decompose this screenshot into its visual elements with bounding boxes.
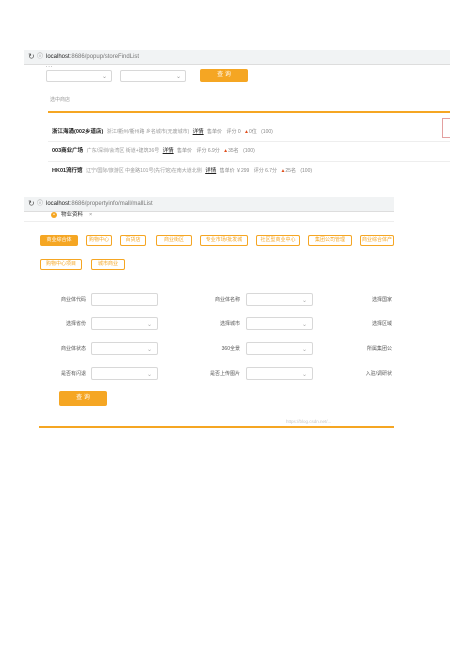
category-tab[interactable]: 集团公司管理	[308, 235, 352, 246]
category-tab[interactable]: 商业综合体	[40, 235, 78, 246]
mall-name: HK01流行馆	[52, 168, 83, 174]
cut-off-label: ...	[46, 63, 54, 69]
mall-list-screenshot: ↻ ⓘ localhost:8686/propertyinfo/mall/mal…	[24, 197, 394, 432]
url-text[interactable]: localhost:8686/popup/storeFindList	[46, 50, 139, 64]
field-label: 入驻/调研状	[365, 371, 392, 377]
selected-stores-label: 选中商店	[50, 97, 71, 103]
query-button[interactable]: 查 询	[59, 391, 107, 406]
page-tab-bar: • 物业资料 ×	[24, 211, 394, 222]
mall-name: 浙江海涌(002乡道店)	[52, 129, 104, 135]
mall-name-select[interactable]: ⌄	[246, 293, 313, 306]
field-label: 商业体代码	[60, 297, 86, 303]
query-button[interactable]: 查 询	[200, 69, 248, 82]
filter-select-2[interactable]: ⌄	[120, 70, 186, 82]
image-upload-select[interactable]: ⌄	[246, 367, 313, 380]
mall-count: (100)	[300, 168, 313, 174]
browser-address-bar[interactable]: ↻ ⓘ localhost:8686/popup/storeFindList	[24, 50, 450, 65]
mall-score: 评分 0	[226, 129, 241, 135]
watermark-text: https://blog.csdn.net/...	[286, 419, 332, 424]
divider-line	[48, 111, 450, 113]
chevron-down-icon: ⌄	[146, 322, 152, 328]
category-tab[interactable]: 社区型商业中心	[256, 235, 300, 246]
category-tab[interactable]: 购物中心	[86, 235, 112, 246]
mall-price: 售单价 ￥299	[219, 168, 250, 174]
mall-name: 003商业广场	[52, 148, 84, 154]
mall-address: 广东/深圳/会湾区 街道+建筑36号	[86, 148, 160, 154]
field-label: 商业体状态	[60, 346, 86, 352]
mall-status-select[interactable]: ⌄	[91, 342, 158, 355]
mall-address: 浙江/衢州/衢州路 乡名城市(无废城市)	[106, 129, 190, 135]
mall-rank: 35名	[228, 148, 239, 154]
chevron-down-icon: ⌄	[101, 74, 107, 80]
field-label: 是否有闪退	[60, 371, 86, 377]
mall-row[interactable]: HK01流行馆 辽宁/国际/旅游区 中金路101号(先行馆)在南大道北侧 详情 …	[52, 165, 312, 177]
field-label: 360全景	[221, 346, 240, 352]
detail-link[interactable]: 详情	[193, 129, 204, 135]
category-tab[interactable]: 商业综合体产	[360, 235, 394, 246]
mall-row[interactable]: 003商业广场 广东/深圳/会湾区 街道+建筑36号 详情 售单价 评分 6.9…	[52, 145, 255, 157]
detail-link[interactable]: 详情	[205, 168, 216, 174]
close-icon[interactable]: ×	[89, 211, 92, 220]
field-label: 选择国家	[371, 297, 392, 303]
category-tab[interactable]: 商业街区	[156, 235, 192, 246]
detail-link[interactable]: 详情	[163, 148, 174, 154]
category-tab[interactable]: 专业市场/批发城	[200, 235, 248, 246]
row-divider	[48, 141, 450, 142]
mall-price: 售单价	[177, 148, 193, 154]
reload-icon[interactable]: ↻	[28, 50, 35, 64]
province-select[interactable]: ⌄	[91, 317, 158, 330]
store-find-list-screenshot: ↻ ⓘ localhost:8686/popup/storeFindList .…	[24, 50, 450, 183]
info-icon: ⓘ	[37, 201, 44, 207]
field-label: 选择城市	[219, 321, 240, 327]
mall-code-input[interactable]	[91, 293, 158, 306]
row-divider	[48, 161, 450, 162]
field-label: 所属集团公	[366, 346, 392, 352]
home-icon: •	[51, 212, 57, 218]
mall-score: 评分 6.7分	[253, 168, 278, 174]
chevron-down-icon: ⌄	[175, 74, 181, 80]
info-icon: ⓘ	[37, 54, 44, 60]
mall-rank: 0位	[248, 129, 257, 135]
tab-property-info[interactable]: 物业资料	[61, 211, 83, 220]
reload-icon[interactable]: ↻	[28, 197, 35, 211]
chevron-down-icon: ⌄	[301, 347, 307, 353]
mall-count: (100)	[243, 148, 255, 154]
field-label: 是否上传图片	[209, 371, 240, 377]
panorama-select[interactable]: ⌄	[246, 342, 313, 355]
category-tab[interactable]: 百货店	[120, 235, 146, 246]
chevron-down-icon: ⌄	[146, 347, 152, 353]
mall-address: 辽宁/国际/旅游区 中金路101号(先行馆)在南大道北侧	[85, 168, 202, 174]
url-text[interactable]: localhost:8686/propertyinfo/mall/mallLis…	[46, 197, 153, 211]
mall-score: 评分 6.9分	[196, 148, 220, 154]
filter-select-1[interactable]: ⌄	[46, 70, 112, 82]
mall-rank: 25名	[285, 168, 296, 174]
category-tab[interactable]: 购物中心项目	[40, 259, 82, 270]
browser-address-bar[interactable]: ↻ ⓘ localhost:8686/propertyinfo/mall/mal…	[24, 197, 394, 212]
field-label: 商业体名称	[214, 297, 240, 303]
city-select[interactable]: ⌄	[246, 317, 313, 330]
chevron-down-icon: ⌄	[301, 322, 307, 328]
mall-row[interactable]: 浙江海涌(002乡道店) 浙江/衢州/衢州路 乡名城市(无废城市) 详情 售单价…	[52, 126, 273, 138]
highlight-box	[442, 118, 450, 138]
flash-select[interactable]: ⌄	[91, 367, 158, 380]
chevron-down-icon: ⌄	[301, 372, 307, 378]
field-label: 选择省份	[65, 321, 86, 327]
category-tab[interactable]: 城市商业	[91, 259, 125, 270]
mall-count: (100)	[261, 129, 273, 135]
divider-line	[39, 426, 394, 428]
chevron-down-icon: ⌄	[301, 298, 307, 304]
mall-price: 售单价	[207, 129, 223, 135]
chevron-down-icon: ⌄	[146, 372, 152, 378]
field-label: 选择区域	[371, 321, 392, 327]
